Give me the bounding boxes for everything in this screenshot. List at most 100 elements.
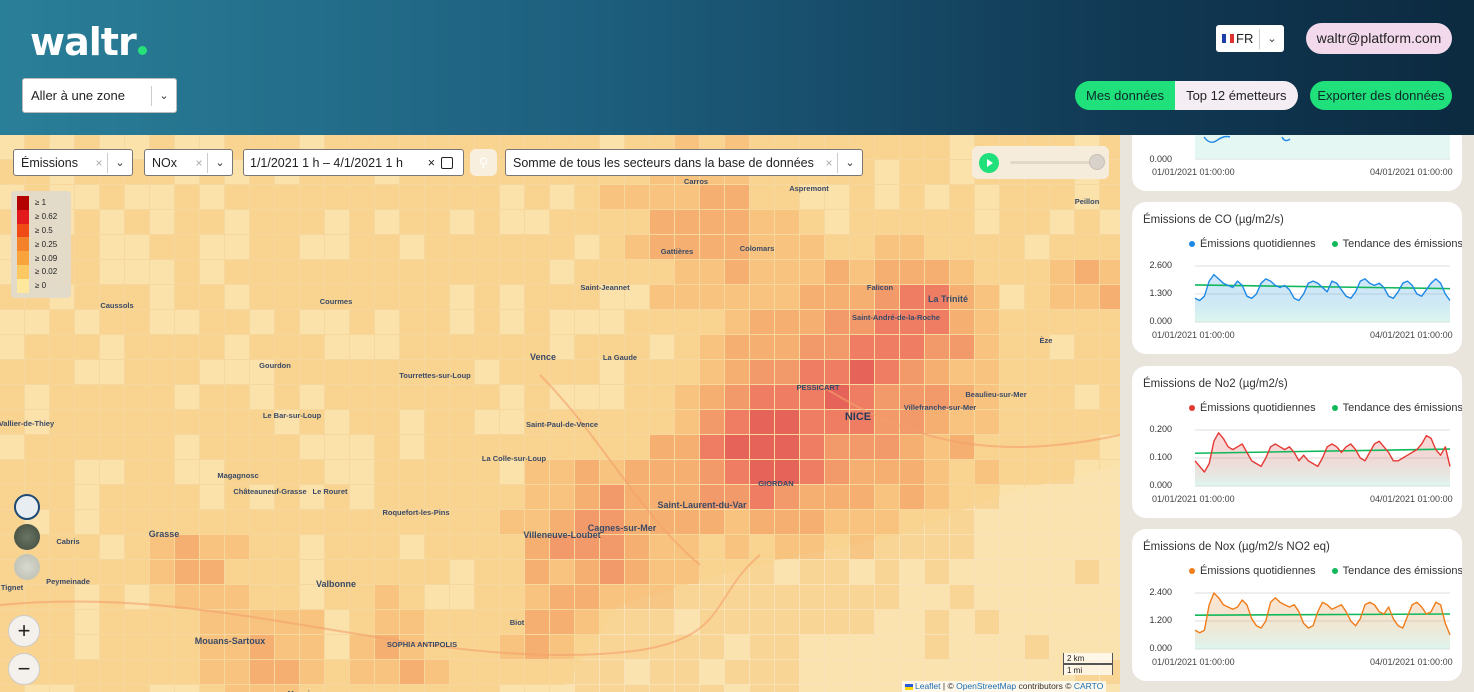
clear-icon[interactable]: ×	[821, 156, 837, 170]
heat-cell	[700, 285, 724, 309]
heat-cell	[250, 210, 274, 234]
map-label: Biot	[509, 618, 525, 627]
heat-cell	[450, 410, 474, 434]
chart-card-top[interactable]: 0.000 01/01/2021 01:00:00 04/01/2021 01:00…	[1132, 135, 1462, 191]
heat-cell	[150, 360, 174, 384]
heat-cell	[675, 660, 699, 684]
heat-cell	[875, 510, 899, 534]
heat-cell	[950, 585, 974, 609]
time-slider-track[interactable]	[1010, 161, 1098, 164]
heat-cell	[925, 210, 949, 234]
leaflet-link[interactable]: Leaflet	[915, 681, 941, 691]
heat-cell	[550, 360, 574, 384]
layer-terrain-button[interactable]	[14, 554, 40, 580]
heat-cell	[125, 485, 149, 509]
waltr-logo[interactable]: waltr	[30, 20, 147, 64]
chevron-down-icon[interactable]: ⌄	[208, 156, 232, 169]
zoom-in-button[interactable]: +	[8, 615, 40, 647]
carto-link[interactable]: CARTO	[1074, 681, 1103, 691]
my-data-tab[interactable]: Mes données	[1075, 81, 1176, 110]
date-range-input[interactable]: 1/1/2021 1 h – 4/1/2021 1 h ×	[243, 149, 464, 176]
legend-trend-label[interactable]: Tendance des émissions	[1343, 402, 1462, 414]
heat-cell	[1025, 635, 1049, 659]
heat-cell	[325, 635, 349, 659]
heat-cell	[250, 685, 274, 692]
heat-cell	[425, 435, 449, 459]
play-icon[interactable]	[979, 153, 999, 173]
heat-cell	[950, 310, 974, 334]
heat-cell	[150, 685, 174, 692]
heat-cell	[225, 260, 249, 284]
ukraine-flag-icon	[905, 683, 913, 690]
heat-cell	[125, 260, 149, 284]
scale-mi: 1 mi	[1063, 664, 1113, 675]
chevron-down-icon[interactable]: ⌄	[152, 89, 176, 102]
heat-cell	[900, 260, 924, 284]
heat-cell	[125, 435, 149, 459]
layer-satellite-button[interactable]	[14, 524, 40, 550]
heat-cell	[875, 135, 899, 159]
user-account-button[interactable]: waltr@platform.com	[1306, 23, 1452, 54]
legend-trend-label[interactable]: Tendance des émissions	[1343, 238, 1462, 250]
heat-cell	[1000, 635, 1024, 659]
clear-icon[interactable]: ×	[91, 156, 107, 170]
chevron-down-icon[interactable]: ⌄	[108, 156, 132, 169]
heat-cell	[1025, 410, 1049, 434]
map-canvas[interactable]	[0, 135, 1120, 692]
sector-select[interactable]: Somme de tous les secteurs dans la base …	[505, 149, 863, 176]
top-emitters-tab[interactable]: Top 12 émetteurs	[1175, 81, 1298, 110]
heat-cell	[275, 335, 299, 359]
zoom-out-button[interactable]: −	[8, 653, 40, 685]
heat-cell	[650, 210, 674, 234]
heat-cell	[250, 510, 274, 534]
heat-cell	[475, 535, 499, 559]
zone-select[interactable]: Aller à une zone ⌄	[22, 78, 177, 113]
heat-cell	[975, 485, 999, 509]
legend-swatch	[17, 223, 29, 238]
heat-cell	[150, 285, 174, 309]
heat-cell	[550, 185, 574, 209]
legend-daily-label[interactable]: Émissions quotidiennes	[1200, 402, 1316, 414]
heat-cell	[1100, 360, 1120, 384]
osm-link[interactable]: OpenStreetMap	[956, 681, 1016, 691]
emissions-map[interactable]: Carros Aspremont Peillon Colomars Gattières S…	[0, 135, 1120, 692]
chart-card-nox[interactable]: Émissions de Nox (µg/m2/s NO2 eq) Émissio…	[1132, 529, 1462, 681]
y-tick-label: 0.200	[1149, 424, 1172, 434]
time-slider-handle[interactable]	[1089, 154, 1105, 170]
y-tick-label: 0.000	[1149, 316, 1172, 326]
chart-card-no2[interactable]: Émissions de No2 (µg/m2/s) Émissions quot…	[1132, 366, 1462, 518]
heat-cell	[650, 660, 674, 684]
map-label: Le Bar-sur-Loup	[262, 411, 322, 420]
emission-type-select[interactable]: Émissions × ⌄	[13, 149, 133, 176]
charts-panel[interactable]: 0.000 01/01/2021 01:00:00 04/01/2021 01:00…	[1120, 135, 1474, 692]
heat-cell	[500, 185, 524, 209]
chevron-down-icon[interactable]: ⌄	[838, 156, 862, 169]
heat-cell	[200, 285, 224, 309]
heat-cell	[1050, 285, 1074, 309]
heat-cell	[1025, 185, 1049, 209]
heat-cell	[725, 260, 749, 284]
clear-icon[interactable]: ×	[191, 156, 207, 170]
legend-trend-label[interactable]: Tendance des émissions	[1343, 565, 1462, 577]
chevron-down-icon[interactable]: ⌄	[1260, 32, 1284, 45]
chart-card-co[interactable]: Émissions de CO (µg/m2/s) Émissions quoti…	[1132, 202, 1462, 354]
heat-cell	[25, 385, 49, 409]
export-data-button[interactable]: Exporter des données	[1310, 81, 1452, 110]
layer-default-button[interactable]	[14, 494, 40, 520]
heat-cell	[475, 235, 499, 259]
legend-daily-label[interactable]: Émissions quotidiennes	[1200, 565, 1316, 577]
heat-cell	[1050, 510, 1074, 534]
heat-cell	[1050, 360, 1074, 384]
pollutant-select[interactable]: NOx × ⌄	[144, 149, 233, 176]
search-icon[interactable]: ⚲	[470, 149, 497, 176]
heat-cell	[1050, 210, 1074, 234]
heat-cell	[925, 160, 949, 184]
legend-daily-label[interactable]: Émissions quotidiennes	[1200, 238, 1316, 250]
clear-icon[interactable]: ×	[428, 156, 435, 170]
calendar-icon[interactable]	[441, 156, 453, 169]
heat-cell	[675, 260, 699, 284]
heat-cell	[1050, 410, 1074, 434]
language-select[interactable]: FR ⌄	[1216, 25, 1284, 52]
heat-cell	[75, 485, 99, 509]
heat-cell	[650, 360, 674, 384]
